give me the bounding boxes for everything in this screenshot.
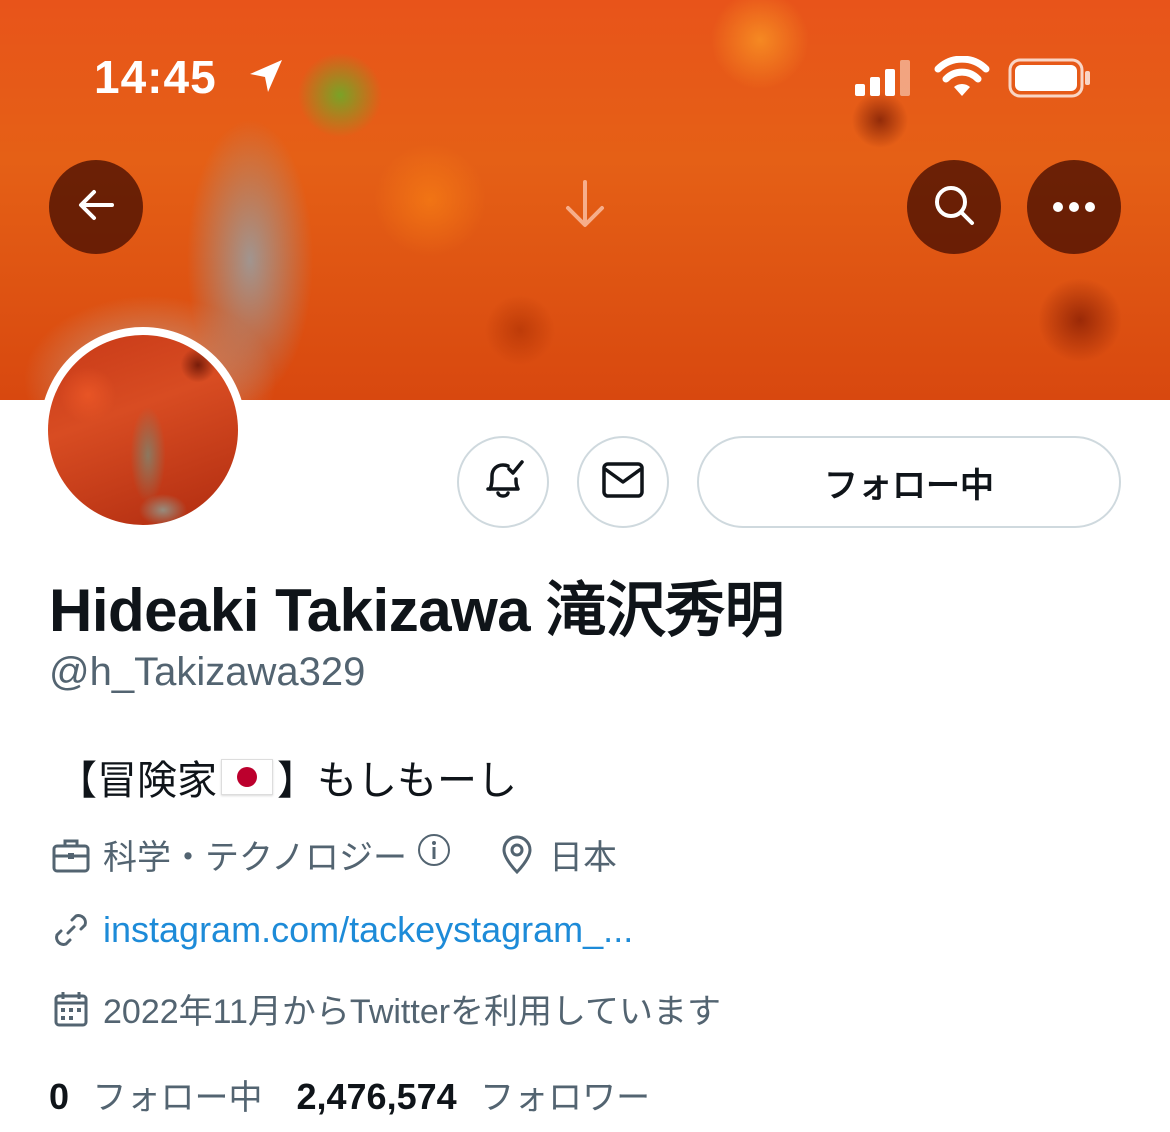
profile-meta-category-location: 科学・テクノロジー 日本 [49,830,617,879]
bio-text-start: 【冒険家 [57,758,217,804]
profile-meta-joined: 2022年11月からTwitterを利用しています [49,984,721,1033]
back-button[interactable] [49,160,143,254]
info-icon[interactable] [417,833,451,876]
user-handle: @h_Takizawa329 [49,650,366,694]
link-icon [49,908,93,952]
location-arrow-icon [246,56,286,100]
followers-count: 2,476,574 [296,1076,457,1117]
message-button[interactable] [577,436,669,528]
bio-text-end: 】もしもーし [277,758,517,804]
cellular-signal-icon [855,60,915,100]
status-bar: 14:45 [0,0,1170,150]
more-horizontal-icon [1051,198,1097,217]
briefcase-icon [49,833,93,877]
location-pin-icon [495,833,539,877]
bio: 【冒険家 】もしもーし [57,748,517,806]
battery-icon [1008,58,1092,102]
arrow-left-icon [74,183,118,231]
calendar-icon [49,987,93,1031]
following-count: 0 [49,1076,70,1117]
japan-flag-emoji [221,759,273,795]
follow-stats: 0 フォロー中 2,476,574 フォロワー [49,1070,650,1119]
website-link[interactable]: instagram.com/tackeystagram_... [103,909,633,951]
status-time: 14:45 [94,51,217,103]
following-stat[interactable]: 0 フォロー中 [49,1070,262,1119]
profile-meta-website: instagram.com/tackeystagram_... [49,908,633,952]
avatar[interactable] [40,327,246,533]
more-options-button[interactable] [1027,160,1121,254]
envelope-icon [598,455,648,509]
display-name: Hideaki Takizawa 滝沢秀明 [49,577,785,644]
avatar-image [48,335,238,525]
search-button[interactable] [907,160,1001,254]
profile-category: 科学・テクノロジー [103,838,407,878]
profile-location: 日本 [548,838,617,878]
arrow-down-icon [560,178,610,234]
followers-label: フォロワー [480,1078,651,1118]
bell-check-icon [478,455,528,509]
following-label: フォロー中 [92,1078,263,1118]
wifi-icon [934,55,990,102]
joined-date: 2022年11月からTwitterを利用しています [103,993,722,1031]
following-button[interactable]: フォロー中 [697,436,1121,528]
followers-stat[interactable]: 2,476,574 フォロワー [296,1070,650,1119]
notifications-button[interactable] [457,436,549,528]
search-icon [931,182,977,232]
